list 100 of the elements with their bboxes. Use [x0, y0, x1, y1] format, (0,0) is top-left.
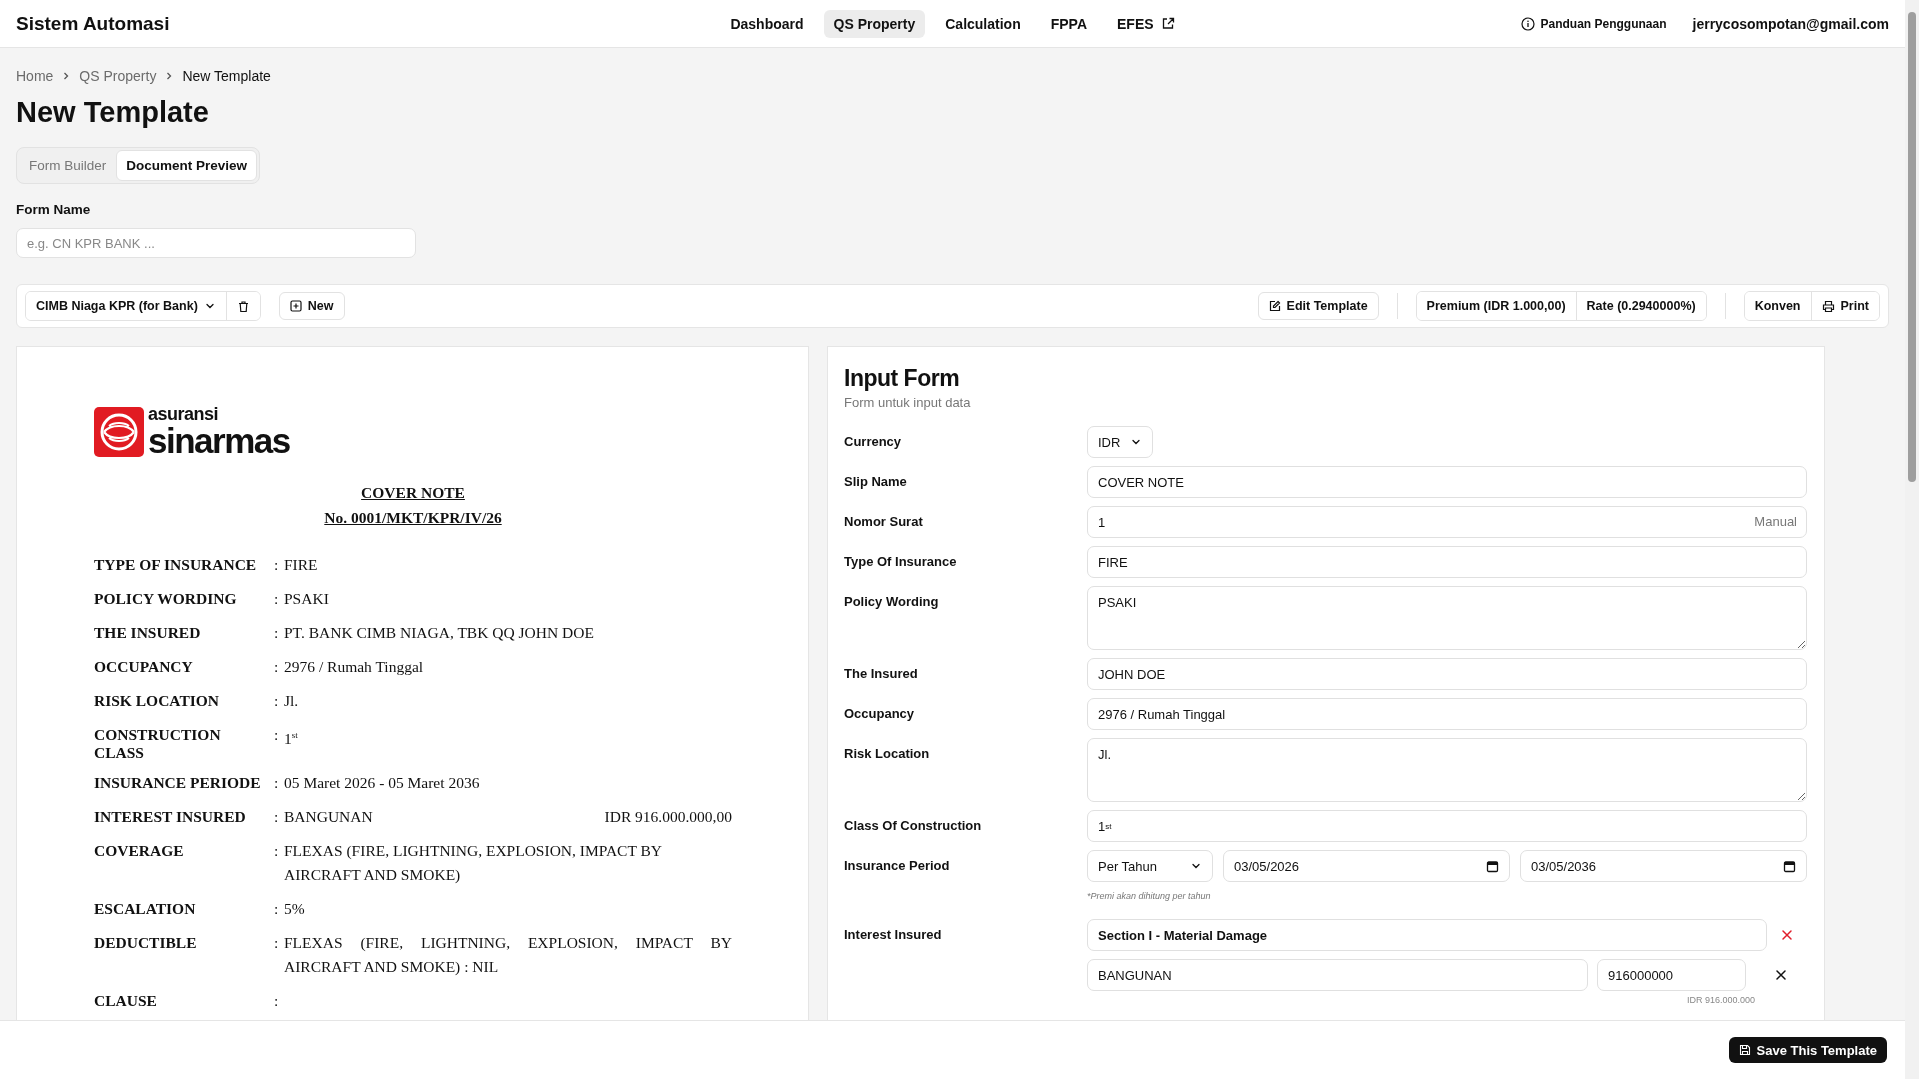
text-area[interactable]: PSAKI — [1087, 586, 1807, 650]
item-name-field[interactable]: BANGUNAN — [1087, 959, 1588, 991]
breadcrumb-link[interactable]: QS Property — [79, 66, 157, 86]
field-label: Occupancy — [844, 705, 916, 723]
help-link[interactable]: Panduan Penggunaan — [1520, 16, 1667, 31]
input-field[interactable]: 1$^{st}$ — [1087, 810, 1807, 842]
currency-select[interactable]: IDR — [1087, 426, 1154, 458]
new-button[interactable]: New — [278, 292, 345, 320]
user-email[interactable]: jerrycosompotan@gmail.com — [1692, 15, 1889, 32]
period-select[interactable]: Per Tahun — [1087, 850, 1213, 882]
input-field[interactable]: COVER NOTE — [1087, 466, 1807, 498]
amount-field[interactable]: 916000000 — [1597, 959, 1746, 991]
separator: : — [274, 726, 280, 744]
field-label: Slip Name — [844, 473, 908, 491]
view-tab[interactable]: Form Builder — [19, 150, 117, 181]
nav-link[interactable]: QS Property — [823, 9, 926, 38]
field-label: COVERAGE — [94, 842, 185, 860]
nav-link[interactable]: Dashboard — [720, 9, 814, 38]
field-label: Form Name — [16, 202, 92, 218]
field-label: DEDUCTIBLE — [94, 934, 198, 952]
breadcrumb-link[interactable]: Home — [16, 66, 54, 86]
input-field[interactable]: JOHN DOE — [1087, 658, 1807, 690]
separator: : — [274, 556, 280, 574]
date-field[interactable]: 03/05/2026 — [1223, 850, 1510, 882]
panel-title: Input Form — [844, 364, 961, 393]
separator: : — [274, 900, 280, 918]
logo-text: sinarmas — [148, 423, 290, 458]
field-label: OCCUPANCY — [94, 658, 194, 676]
field-value: 1$^{st}$ — [284, 729, 298, 750]
section-field[interactable]: Section I - Material Damage — [1087, 919, 1767, 951]
nav-link[interactable]: Calculation — [935, 9, 1031, 38]
input-field[interactable]: 2976 / Rumah Tinggal — [1087, 698, 1807, 730]
field-label: INTEREST INSURED — [94, 808, 247, 826]
nav-link[interactable]: FPPA — [1040, 9, 1097, 38]
calendar-icon[interactable] — [1486, 859, 1499, 873]
field-value: Jl. — [284, 691, 299, 711]
field-label: The Insured — [844, 665, 919, 683]
form-name-field[interactable]: e.g. CN KPR BANK ... — [16, 228, 416, 258]
separator: : — [274, 590, 280, 608]
field-value: 2976 / Rumah Tinggal — [284, 657, 424, 677]
separator: : — [274, 934, 280, 952]
save-icon — [1738, 1044, 1751, 1056]
field-label: CLAUSE — [94, 992, 158, 1010]
field-value: 5% — [284, 899, 305, 919]
field-value: PSAKI — [284, 589, 329, 609]
view-tab[interactable]: Document Preview — [116, 150, 258, 181]
field-value: BANGUNAN — [284, 807, 373, 827]
field-value: FLEXAS (FIRE, LIGHTNING, EXPLOSION, IMPACT BY AIRCRAFT AND SMOKE) : NIL — [284, 934, 732, 975]
field-value: FLEXAS (FIRE, LIGHTNING, EXPLOSION, IMPACT BY AIRCRAFT AND SMOKE) — [284, 841, 663, 885]
panel-subtitle: Form untuk input data — [844, 395, 972, 410]
amount-value: IDR 916.000.000,00 — [604, 807, 732, 827]
field-label: Class Of Construction — [844, 817, 983, 835]
field-label: Nomor Surat — [844, 513, 924, 531]
separator: : — [274, 692, 280, 710]
field-label: Insurance Period — [844, 857, 951, 875]
text-area[interactable]: Jl. — [1087, 738, 1807, 802]
field-label: Risk Location — [844, 745, 931, 763]
input-field[interactable]: FIRE — [1087, 546, 1807, 578]
page-title: New Template — [16, 95, 210, 130]
amount-hint: IDR 916.000.000 — [1685, 995, 1755, 1005]
calendar-icon[interactable] — [1783, 859, 1796, 873]
field-label: Interest Insured — [844, 926, 943, 944]
breadcrumb-link[interactable]: New Template — [182, 66, 271, 86]
logo-text: asuransi — [148, 405, 220, 423]
field-value: PT. BANK CIMB NIAGA, TBK QQ JOHN DOE — [284, 623, 594, 643]
info-icon — [1520, 16, 1535, 31]
app-title: Sistem Automasi — [16, 12, 171, 35]
separator: : — [274, 808, 280, 826]
field-label: Currency — [844, 433, 903, 451]
document-number: No. 0001/MKT/KPR/IV/26 — [324, 509, 502, 526]
save-button[interactable]: Save This Template — [1728, 1037, 1887, 1063]
nav-link[interactable]: EFES — [1107, 9, 1185, 38]
print-button[interactable]: Print — [1810, 292, 1879, 320]
field-label: Policy Wording — [844, 593, 940, 611]
field-value: FIRE — [284, 555, 318, 575]
field-label: THE INSURED — [94, 624, 202, 642]
rate-button[interactable]: Rate (0.2940000%) — [1575, 292, 1706, 320]
logo-icon — [94, 406, 144, 457]
field-label: Type Of Insurance — [844, 553, 958, 571]
field-note: *Premi akan dihitung per tahun — [1087, 891, 1212, 901]
plus-square-icon — [289, 300, 302, 312]
document-title: COVER NOTE — [361, 484, 465, 501]
field-label: TYPE OF INSURANCE — [94, 556, 258, 574]
field-label: INSURANCE PERIODE — [94, 774, 262, 792]
date-field[interactable]: 03/05/2036 — [1520, 850, 1807, 882]
field-label: POLICY WORDING — [94, 590, 238, 608]
separator: : — [274, 992, 280, 1010]
field-label: CONSTRUCTION CLASS — [94, 726, 222, 762]
mode-label: Manual — [1754, 514, 1797, 529]
close-icon[interactable] — [1775, 969, 1787, 981]
edit-template-button[interactable]: Edit Template — [1257, 292, 1379, 320]
separator: : — [274, 842, 280, 860]
separator: : — [274, 774, 280, 792]
field-label: RISK LOCATION — [94, 692, 221, 710]
remove-icon[interactable] — [1781, 929, 1793, 941]
separator: : — [274, 624, 280, 642]
printer-icon — [1821, 299, 1835, 313]
field-value: 05 Maret 2026 - 05 Maret 2036 — [284, 773, 480, 793]
field-label: ESCALATION — [94, 900, 197, 918]
separator: : — [274, 658, 280, 676]
